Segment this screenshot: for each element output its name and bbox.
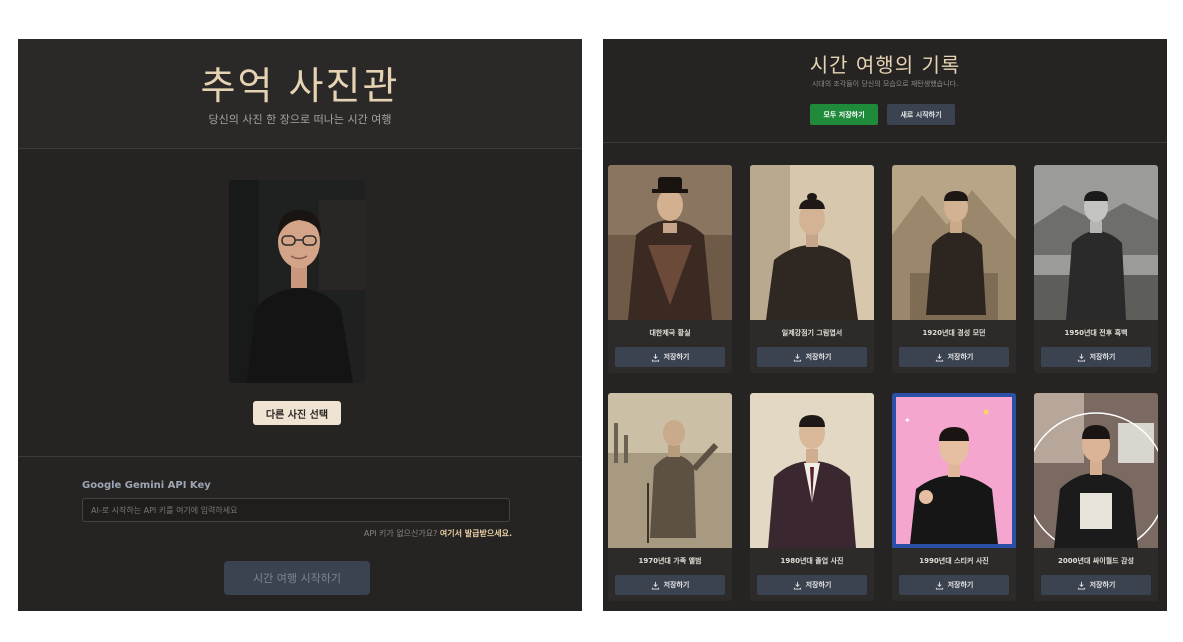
- api-key-help: API 키가 없으신가요? 여기서 발급받으세요.: [364, 528, 512, 539]
- restart-button[interactable]: 새로 시작하기: [887, 104, 955, 125]
- result-photo: ★ ✦: [892, 393, 1016, 548]
- svg-text:✦: ✦: [904, 416, 911, 425]
- result-photo: [750, 165, 874, 320]
- svg-text:★: ★: [982, 408, 990, 418]
- result-caption: 1970년대 가족 앨범: [638, 557, 702, 565]
- save-button-label: 저장하기: [1089, 581, 1116, 589]
- api-key-help-text: API 키가 없으신가요?: [363, 529, 438, 538]
- download-icon: [793, 353, 801, 362]
- result-card: 1980년대 졸업 사진 저장하기: [750, 393, 874, 601]
- download-icon: [935, 353, 943, 362]
- save-button-label: 저장하기: [947, 581, 974, 589]
- download-icon: [1077, 581, 1085, 590]
- result-card: ★ ✦ 1990년대 스티커 사진 저장하기: [892, 393, 1016, 601]
- results-title: 시간 여행의 기록: [809, 53, 961, 77]
- save-button-label: 저장하기: [663, 581, 690, 589]
- save-button[interactable]: 저장하기: [615, 347, 725, 367]
- result-photo: [608, 393, 732, 548]
- result-card: 2000년대 싸이월드 감성 저장하기: [1034, 393, 1158, 601]
- save-button[interactable]: 저장하기: [899, 575, 1009, 595]
- result-photo: [608, 165, 732, 320]
- api-key-label: Google Gemini API Key: [82, 480, 211, 491]
- download-icon: [651, 353, 659, 362]
- app-title: 추억 사진관: [200, 64, 400, 108]
- app-subtitle: 당신의 사진 한 장으로 떠나는 시간 여행: [208, 113, 392, 126]
- save-all-button[interactable]: 모두 저장하기: [810, 104, 878, 125]
- result-caption: 1950년대 전후 흑백: [1064, 329, 1128, 337]
- api-key-input[interactable]: [82, 498, 510, 522]
- api-key-help-link[interactable]: 여기서 발급받으세요.: [440, 529, 512, 538]
- save-button[interactable]: 저장하기: [757, 575, 867, 595]
- change-photo-button[interactable]: 다른 사진 선택: [253, 401, 341, 425]
- uploaded-photo: [229, 180, 365, 383]
- result-photo: [892, 165, 1016, 320]
- divider: [18, 456, 582, 457]
- result-card: 1970년대 가족 앨범 저장하기: [608, 393, 732, 601]
- results-header: 시간 여행의 기록 시대의 조각들이 당신의 모습으로 재탄생했습니다. 모두 …: [603, 39, 1167, 143]
- save-button-label: 저장하기: [663, 353, 690, 361]
- save-button[interactable]: 저장하기: [757, 347, 867, 367]
- upload-header: 추억 사진관 당신의 사진 한 장으로 떠나는 시간 여행: [18, 39, 582, 149]
- result-caption: 1990년대 스티커 사진: [919, 557, 989, 565]
- save-button[interactable]: 저장하기: [1041, 575, 1151, 595]
- result-card: 일제강점기 그림엽서 저장하기: [750, 165, 874, 373]
- result-caption: 2000년대 싸이월드 감성: [1058, 557, 1134, 565]
- result-photo: [1034, 165, 1158, 320]
- result-caption: 1920년대 경성 모던: [922, 329, 986, 337]
- start-time-travel-button[interactable]: 시간 여행 시작하기: [224, 561, 370, 595]
- result-card: 1920년대 경성 모던 저장하기: [892, 165, 1016, 373]
- result-card: 대한제국 황실 저장하기: [608, 165, 732, 373]
- download-icon: [793, 581, 801, 590]
- download-icon: [1077, 353, 1085, 362]
- results-panel: 시간 여행의 기록 시대의 조각들이 당신의 모습으로 재탄생했습니다. 모두 …: [603, 39, 1167, 611]
- result-caption: 일제강점기 그림엽서: [781, 329, 843, 337]
- results-subtitle: 시대의 조각들이 당신의 모습으로 재탄생했습니다.: [811, 80, 959, 88]
- download-icon: [935, 581, 943, 590]
- upload-panel: 추억 사진관 당신의 사진 한 장으로 떠나는 시간 여행 다른 사진 선택 G…: [18, 39, 582, 611]
- save-button-label: 저장하기: [805, 353, 832, 361]
- save-button[interactable]: 저장하기: [1041, 347, 1151, 367]
- save-button-label: 저장하기: [947, 353, 974, 361]
- save-button[interactable]: 저장하기: [615, 575, 725, 595]
- download-icon: [651, 581, 659, 590]
- result-caption: 대한제국 황실: [649, 329, 691, 337]
- save-button[interactable]: 저장하기: [899, 347, 1009, 367]
- result-photo: [1034, 393, 1158, 548]
- result-card: 1950년대 전후 흑백 저장하기: [1034, 165, 1158, 373]
- save-button-label: 저장하기: [805, 581, 832, 589]
- save-button-label: 저장하기: [1089, 353, 1116, 361]
- result-caption: 1980년대 졸업 사진: [780, 557, 844, 565]
- result-photo: [750, 393, 874, 548]
